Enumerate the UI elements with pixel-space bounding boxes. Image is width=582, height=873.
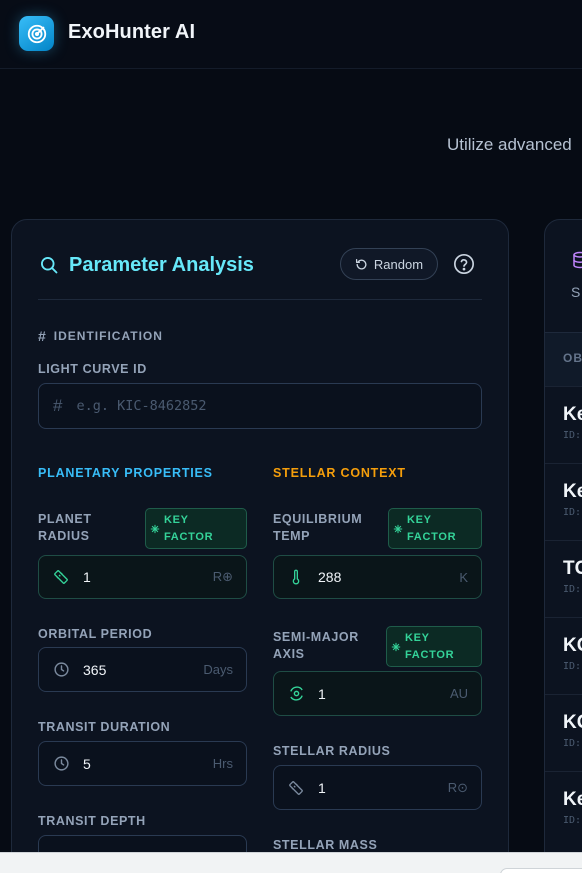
key-factor-line2: FACTOR	[164, 530, 214, 543]
table-row[interactable]: TC ID:	[545, 540, 582, 617]
results-panel: S OB Ke ID: Ke ID: TC ID: KC ID: KC ID: …	[544, 219, 582, 873]
random-button-label: Random	[373, 256, 424, 272]
semi-major-axis-label: SEMI-MAJOR AXIS	[273, 629, 359, 663]
header-divider	[38, 299, 482, 300]
row-id: ID:	[563, 507, 582, 518]
equilibrium-temp-input[interactable]: 288 K	[273, 555, 482, 599]
light-curve-id-input[interactable]: # e.g. KIC-8462852	[38, 383, 482, 429]
thermometer-icon	[287, 568, 305, 586]
key-factor-line1: KEY	[407, 513, 432, 526]
sparkle-icon	[387, 642, 405, 652]
transit-depth-label: TRANSIT DEPTH	[38, 814, 146, 828]
row-id: ID:	[563, 584, 582, 595]
hash-icon: #	[38, 328, 47, 344]
row-name: Ke	[563, 404, 582, 425]
help-icon[interactable]	[453, 253, 475, 275]
orbital-period-label: ORBITAL PERIOD	[38, 627, 153, 641]
sparkle-icon	[389, 524, 407, 534]
equilibrium-temp-label: EQUILIBRIUM TEMP	[273, 511, 362, 545]
stellar-radius-label: STELLAR RADIUS	[273, 744, 391, 758]
semi-major-axis-unit: AU	[449, 686, 468, 701]
refresh-icon	[355, 258, 368, 271]
hero-tagline: Utilize advanced	[447, 135, 572, 154]
row-name: TC	[563, 558, 582, 579]
stellar-radius-value: 1	[318, 779, 326, 796]
table-row[interactable]: KC ID:	[545, 617, 582, 694]
orbital-period-input[interactable]: 365 Days	[38, 647, 247, 692]
row-name: Ke	[563, 481, 582, 502]
planet-radius-label-line2: RADIUS	[38, 529, 90, 543]
app-title: ExoHunter AI	[68, 21, 196, 43]
table-row[interactable]: Ke ID:	[545, 463, 582, 540]
panel-title: Parameter Analysis	[69, 254, 254, 276]
row-id: ID:	[563, 738, 582, 749]
planet-radius-label: PLANET RADIUS	[38, 511, 92, 545]
clock-icon	[52, 661, 70, 679]
top-bar: ExoHunter AI	[0, 0, 582, 69]
clock-icon	[52, 755, 70, 773]
row-id: ID:	[563, 430, 582, 441]
key-factor-line2: FACTOR	[407, 530, 457, 543]
transit-duration-unit: Hrs	[212, 756, 233, 771]
column-header: OB	[563, 351, 582, 365]
row-name: Ke	[563, 789, 582, 810]
stellar-context-heading: STELLAR CONTEXT	[273, 466, 406, 480]
parameter-analysis-panel: Parameter Analysis Random # IDENTIFICATI…	[11, 219, 509, 873]
light-curve-placeholder: e.g. KIC-8462852	[76, 398, 207, 414]
ruler-icon	[287, 779, 305, 797]
orbit-icon	[287, 685, 305, 703]
ruler-icon	[52, 568, 70, 586]
orbital-period-value: 365	[83, 661, 107, 678]
key-factor-badge: KEY FACTOR	[145, 508, 247, 549]
search-icon	[39, 255, 59, 280]
random-button[interactable]: Random	[340, 248, 438, 280]
radar-logo-icon	[19, 16, 54, 51]
sparkle-icon	[146, 524, 164, 534]
key-factor-line1: KEY	[164, 513, 189, 526]
table-row[interactable]: Ke ID:	[545, 771, 582, 848]
planet-radius-input[interactable]: 1 R⊕	[38, 555, 247, 599]
database-icon	[571, 250, 582, 275]
equilibrium-temp-label-line2: TEMP	[273, 529, 311, 543]
row-id: ID:	[563, 815, 582, 826]
planet-radius-unit: R⊕	[212, 569, 233, 584]
stellar-radius-input[interactable]: 1 R⊙	[273, 765, 482, 810]
table-row[interactable]: Ke ID:	[545, 386, 582, 463]
results-subtitle: S	[571, 284, 581, 300]
semi-major-axis-value: 1	[318, 685, 326, 702]
equilibrium-temp-unit: K	[459, 569, 468, 585]
light-curve-label: LIGHT CURVE ID	[38, 362, 147, 376]
semi-major-axis-label-line1: SEMI-MAJOR	[273, 630, 359, 644]
semi-major-axis-input[interactable]: 1 AU	[273, 671, 482, 716]
equilibrium-temp-label-line1: EQUILIBRIUM	[273, 512, 363, 526]
table-row[interactable]: KC ID:	[545, 694, 582, 771]
row-name: KC	[563, 712, 582, 733]
semi-major-axis-label-line2: AXIS	[273, 647, 305, 661]
transit-duration-value: 5	[83, 755, 91, 772]
row-name: KC	[563, 635, 582, 656]
planetary-properties-heading: PLANETARY PROPERTIES	[38, 466, 213, 480]
equilibrium-temp-value: 288	[318, 569, 342, 585]
hash-icon: #	[53, 396, 63, 415]
row-id: ID:	[563, 661, 582, 672]
key-factor-line2: FACTOR	[405, 648, 455, 661]
identification-heading: # IDENTIFICATION	[38, 328, 163, 344]
stellar-radius-unit: R⊙	[447, 779, 468, 795]
transit-duration-input[interactable]: 5 Hrs	[38, 741, 247, 786]
bottom-pill	[500, 868, 582, 873]
identification-heading-text: IDENTIFICATION	[53, 329, 163, 343]
key-factor-badge: KEY FACTOR	[386, 626, 482, 667]
planet-radius-label-line1: PLANET	[38, 512, 92, 526]
key-factor-line1: KEY	[405, 631, 430, 644]
key-factor-badge: KEY FACTOR	[388, 508, 482, 549]
table-header: OB	[545, 332, 582, 386]
transit-duration-label: TRANSIT DURATION	[38, 720, 171, 734]
orbital-period-unit: Days	[203, 662, 233, 677]
browser-bottom-bar	[0, 852, 582, 873]
planet-radius-value: 1	[83, 569, 91, 585]
